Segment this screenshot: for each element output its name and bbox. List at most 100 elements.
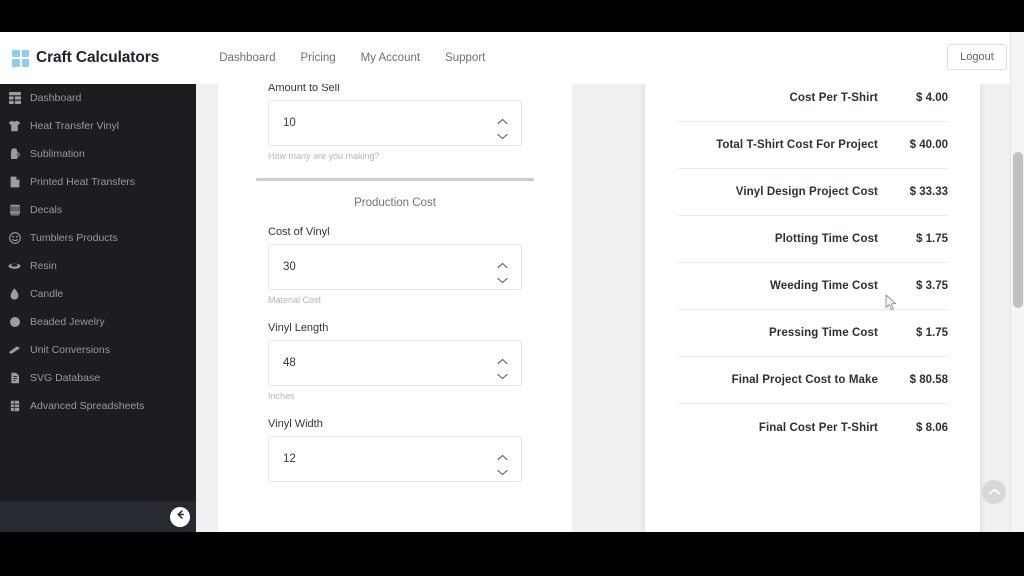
page-scrollbar-thumb[interactable] — [1013, 152, 1023, 308]
spreadsheet-icon — [8, 400, 21, 413]
sidebar-item-label: Resin — [30, 260, 57, 272]
sidebar-item-sublimation[interactable]: Sublimation — [0, 140, 196, 168]
result-value: $ 4.00 — [916, 92, 948, 104]
cost-of-vinyl-value[interactable]: 30 — [269, 261, 296, 273]
result-label: Vinyl Design Project Cost — [735, 186, 878, 198]
amount-to-sell-spin-arrows[interactable] — [497, 101, 508, 145]
ruler-icon — [8, 344, 21, 357]
svg-file-icon — [8, 372, 21, 385]
result-label: Weeding Time Cost — [770, 280, 878, 292]
sidebar-item-advanced-spreadsheets[interactable]: Advanced Spreadsheets — [0, 392, 196, 420]
nav-link-pricing[interactable]: Pricing — [300, 52, 335, 64]
result-label: Final Cost Per T-Shirt — [758, 421, 878, 434]
page-scrollbar-track[interactable] — [1010, 32, 1024, 532]
sidebar-items: Dashboard Heat Transfer Vinyl Sublimation P… — [0, 84, 196, 420]
sidebar-item-beaded-jewelry[interactable]: Beaded Jewelry — [0, 308, 196, 336]
vinyl-length-label: Vinyl Length — [268, 322, 329, 334]
top-navigation: Dashboard Pricing My Account Support — [219, 52, 485, 64]
result-row: Weeding Time Cost $ 3.75 — [677, 263, 948, 310]
chevron-down-icon[interactable] — [497, 463, 508, 476]
sidebar-item-svg-database[interactable]: SVG Database — [0, 364, 196, 392]
sidebar-item-label: Printed Heat Transfers — [30, 176, 136, 188]
chevron-up-icon[interactable] — [497, 256, 508, 269]
nav-link-dashboard[interactable]: Dashboard — [219, 52, 275, 64]
result-value: $ 33.33 — [909, 186, 948, 198]
nav-link-support[interactable]: Support — [445, 52, 485, 64]
amount-to-sell-stepper[interactable]: 10 — [268, 100, 522, 146]
vinyl-length-value[interactable]: 48 — [269, 357, 296, 369]
grid-dashboard-icon — [8, 92, 21, 105]
sidebar: Dashboard Heat Transfer Vinyl Sublimation P… — [0, 84, 196, 532]
chevron-up-icon[interactable] — [497, 448, 508, 461]
circle-smiley-icon — [8, 232, 21, 245]
production-cost-section-title: Production Cost — [354, 197, 436, 209]
vinyl-width-value[interactable]: 12 — [269, 453, 296, 465]
chevron-down-icon[interactable] — [497, 367, 508, 380]
result-label: Final Project Cost to Make — [731, 374, 878, 386]
sidebar-item-candle[interactable]: Candle — [0, 280, 196, 308]
chevron-down-icon[interactable] — [497, 127, 508, 140]
document-icon — [8, 176, 21, 189]
form-field-cost-of-vinyl: Cost of Vinyl 30 Material Cost — [218, 226, 572, 305]
cost-of-vinyl-spin-arrows[interactable] — [497, 245, 508, 289]
form-scroll-content: 10 How many did you buy? — [218, 32, 572, 482]
nav-link-my-account[interactable]: My Account — [361, 52, 420, 64]
vinyl-width-stepper[interactable]: 12 — [268, 436, 522, 482]
cost-of-vinyl-hint: Material Cost — [268, 295, 322, 305]
amount-to-sell-value[interactable]: 10 — [269, 117, 296, 129]
sidebar-item-label: Heat Transfer Vinyl — [30, 120, 120, 132]
sidebar-item-tumblers-products[interactable]: Tumblers Products — [0, 224, 196, 252]
sidebar-item-label: Sublimation — [30, 148, 85, 160]
arrow-left-circle-icon — [174, 508, 187, 526]
chevron-up-icon[interactable] — [497, 112, 508, 125]
cost-of-vinyl-stepper[interactable]: 30 — [268, 244, 522, 290]
logout-button[interactable]: Logout — [947, 44, 1007, 70]
result-value: $ 3.75 — [916, 280, 948, 292]
sidebar-collapse-button[interactable] — [170, 506, 190, 527]
section-divider — [256, 178, 534, 181]
result-row: Final Cost Per T-Shirt $ 8.06 — [677, 404, 948, 451]
sidebar-footer — [0, 501, 196, 532]
top-header-bar: Craft Calculators Dashboard Pricing My Acc… — [0, 32, 1024, 84]
sidebar-item-label: SVG Database — [30, 372, 101, 384]
sidebar-item-printed-heat-transfers[interactable]: Printed Heat Transfers — [0, 168, 196, 196]
chevron-up-icon — [988, 483, 1001, 501]
form-field-vinyl-width: Vinyl Width 12 — [218, 418, 572, 482]
result-value: $ 40.00 — [909, 139, 948, 151]
result-row: Final Project Cost to Make $ 80.58 — [677, 357, 948, 404]
sidebar-item-unit-conversions[interactable]: Unit Conversions — [0, 336, 196, 364]
sidebar-item-label: Beaded Jewelry — [30, 316, 105, 328]
sidebar-item-dashboard[interactable]: Dashboard — [0, 84, 196, 112]
chevron-down-icon[interactable] — [497, 271, 508, 284]
sidebar-item-decals[interactable]: Decals — [0, 196, 196, 224]
vinyl-width-spin-arrows[interactable] — [497, 437, 508, 481]
chevron-up-icon[interactable] — [497, 352, 508, 365]
sidebar-item-heat-transfer-vinyl[interactable]: Heat Transfer Vinyl — [0, 112, 196, 140]
result-row: Total T-Shirt Cost For Project $ 40.00 — [677, 122, 948, 169]
vinyl-length-hint: Inches — [268, 391, 295, 401]
sidebar-item-label: Unit Conversions — [30, 344, 110, 356]
results-card: Pressing Time (Minutes)7Cost Per T-Shirt… — [645, 32, 980, 532]
result-label: Plotting Time Cost — [774, 233, 878, 245]
grid-logo-icon — [12, 49, 29, 67]
scroll-to-top-button[interactable] — [982, 480, 1006, 504]
result-row: Plotting Time Cost $ 1.75 — [677, 216, 948, 263]
vinyl-length-spin-arrows[interactable] — [497, 341, 508, 385]
sidebar-item-resin[interactable]: Resin — [0, 252, 196, 280]
mug-icon — [8, 148, 21, 161]
sidebar-item-label: Decals — [30, 204, 63, 216]
result-label: Cost Per T-Shirt — [789, 92, 878, 104]
sidebar-item-label: Dashboard — [30, 92, 82, 104]
result-value: $ 80.58 — [909, 374, 948, 386]
bead-circle-icon — [8, 316, 21, 329]
brand[interactable]: Craft Calculators — [12, 49, 159, 67]
brand-title: Craft Calculators — [36, 49, 160, 66]
sidebar-item-label: Tumblers Products — [30, 232, 118, 244]
result-value: $ 1.75 — [916, 327, 948, 339]
results-rows: Pressing Time (Minutes)7Cost Per T-Shirt… — [645, 32, 980, 451]
droplet-bowl-icon — [8, 260, 21, 273]
vinyl-length-stepper[interactable]: 48 — [268, 340, 522, 386]
form-field-amount-to-sell: Amount to Sell 10 How many are you makin… — [218, 82, 572, 161]
